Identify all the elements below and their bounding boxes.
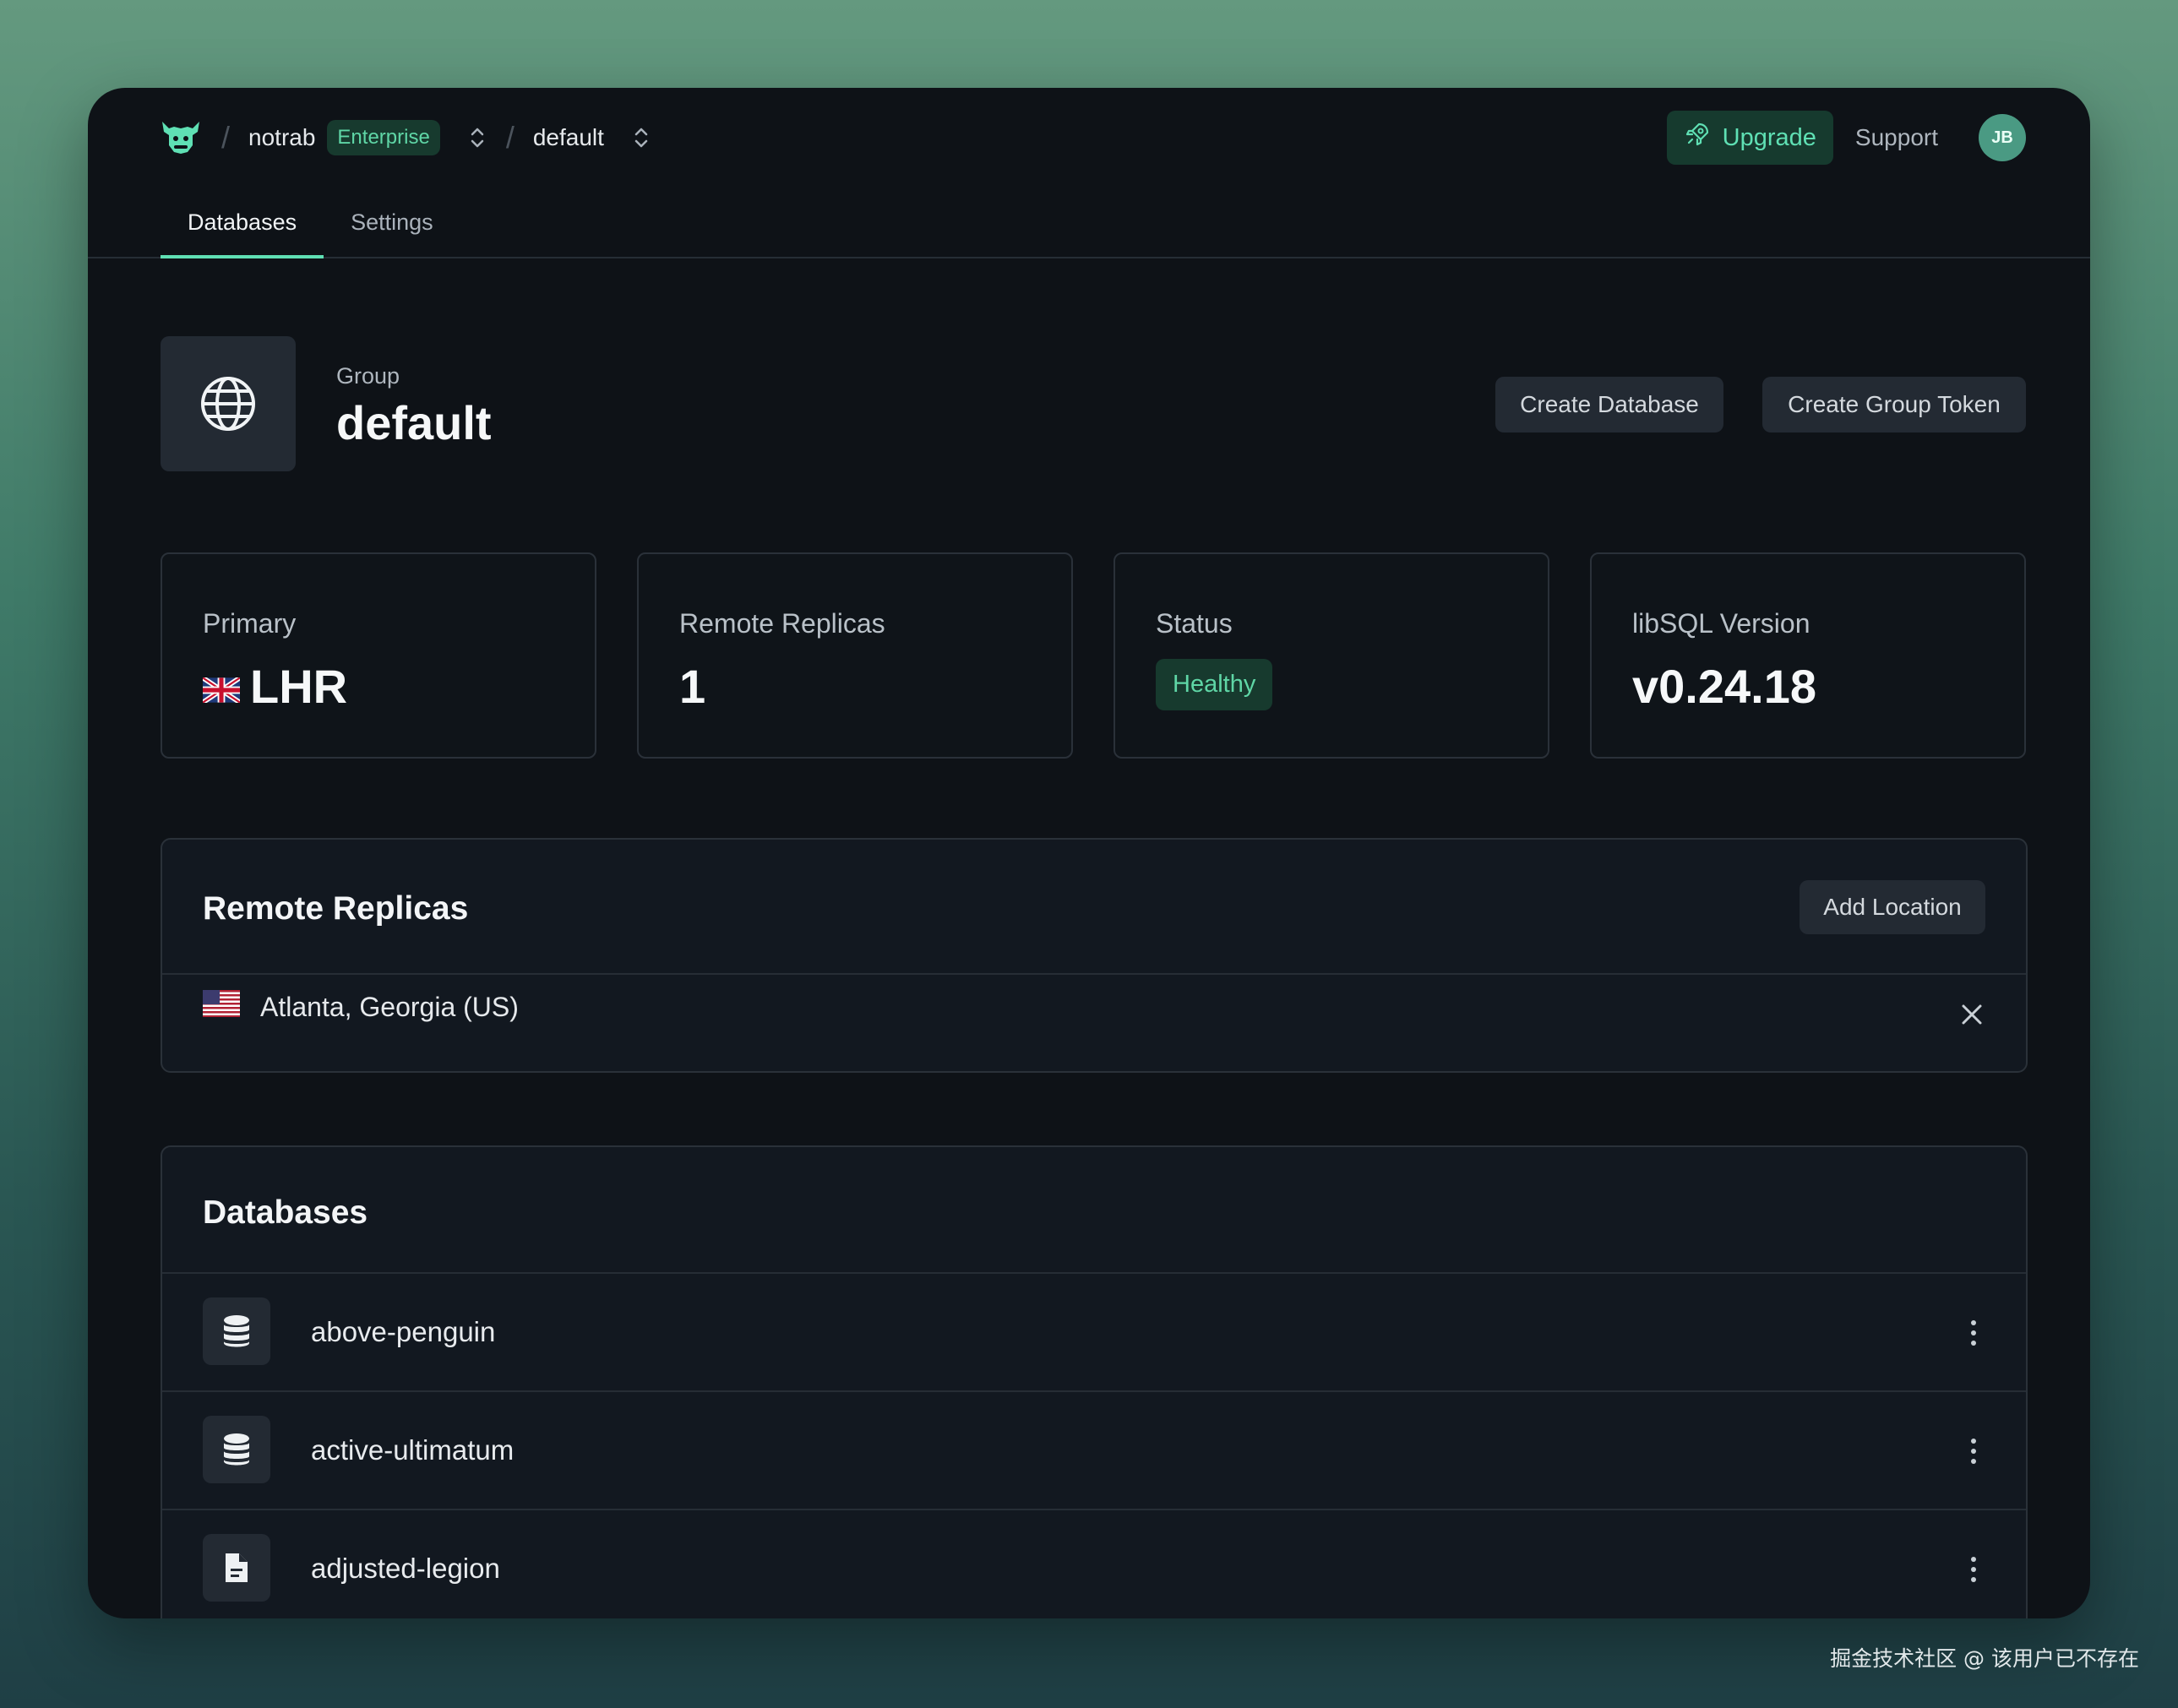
top-bar: / notrab Enterprise / default Upgrade Su…	[88, 88, 2090, 188]
stat-value: LHR	[201, 659, 348, 714]
breadcrumb-group[interactable]: default	[533, 124, 604, 151]
watermark: 掘金技术社区 @ 该用户已不存在	[1830, 1646, 2139, 1671]
avatar[interactable]: JB	[1979, 114, 2026, 161]
rocket-icon	[1684, 121, 1711, 155]
replica-count-value: 1	[679, 660, 706, 713]
tab-settings[interactable]: Settings	[324, 188, 460, 258]
breadcrumb-separator: /	[505, 120, 515, 155]
table-row[interactable]: above-penguin	[162, 1274, 2026, 1390]
create-database-button[interactable]: Create Database	[1495, 377, 1723, 432]
uk-flag-icon	[201, 659, 242, 714]
remote-replicas-panel: Remote Replicas Add Location Atlanta, Ge…	[161, 838, 2028, 1073]
add-location-button[interactable]: Add Location	[1800, 880, 1985, 934]
table-row[interactable]: active-ultimatum	[162, 1392, 2026, 1509]
stat-card-remote-replicas: Remote Replicas 1	[637, 552, 1073, 759]
create-group-token-button[interactable]: Create Group Token	[1762, 377, 2026, 432]
page-title: default	[336, 396, 492, 449]
table-row[interactable]: adjusted-legion	[162, 1510, 2026, 1618]
panel-title: Databases	[203, 1194, 368, 1231]
stat-label: Remote Replicas	[679, 608, 885, 639]
database-name[interactable]: adjusted-legion	[311, 1553, 500, 1585]
database-name[interactable]: above-penguin	[311, 1316, 495, 1348]
org-switcher-chevron-icon[interactable]	[467, 122, 487, 153]
breadcrumb-separator: /	[221, 120, 231, 155]
remove-replica-close-icon[interactable]	[1958, 1001, 1985, 1028]
tab-databases[interactable]: Databases	[161, 188, 324, 258]
more-options-icon[interactable]	[1967, 1553, 1980, 1586]
more-options-icon[interactable]	[1967, 1434, 1980, 1468]
databases-panel: Databases above-penguin active-ultimatum…	[161, 1145, 2028, 1618]
group-eyebrow: Group	[336, 363, 400, 389]
tab-bar: Databases Settings	[88, 188, 2090, 258]
database-icon	[203, 1297, 270, 1365]
globe-icon	[161, 336, 296, 471]
database-name[interactable]: active-ultimatum	[311, 1434, 514, 1466]
upgrade-label: Upgrade	[1722, 123, 1816, 151]
stat-card-status: Status Healthy	[1114, 552, 1549, 759]
us-flag-icon	[203, 990, 240, 1024]
app-window: / notrab Enterprise / default Upgrade Su…	[88, 88, 2090, 1618]
stat-card-primary: Primary LHR	[161, 552, 596, 759]
stat-label: Status	[1156, 608, 1233, 639]
upgrade-button[interactable]: Upgrade	[1666, 111, 1833, 165]
turso-logo-icon[interactable]	[159, 118, 203, 157]
group-switcher-chevron-icon[interactable]	[631, 122, 651, 153]
breadcrumb-org[interactable]: notrab	[248, 124, 315, 151]
file-icon	[203, 1534, 270, 1602]
stat-label: Primary	[203, 608, 297, 639]
replica-location-name: Atlanta, Georgia (US)	[260, 991, 519, 1022]
database-icon	[203, 1416, 270, 1483]
panel-title: Remote Replicas	[203, 890, 469, 927]
divider	[162, 973, 2026, 975]
stat-label: libSQL Version	[1632, 608, 1810, 639]
stat-card-libsql-version: libSQL Version v0.24.18	[1590, 552, 2026, 759]
list-item: Atlanta, Georgia (US)	[203, 990, 519, 1024]
support-link[interactable]: Support	[1855, 124, 1938, 151]
libsql-version-value: v0.24.18	[1632, 660, 1816, 713]
status-badge: Healthy	[1156, 659, 1273, 710]
plan-badge: Enterprise	[327, 120, 440, 155]
primary-region-value: LHR	[250, 660, 348, 713]
more-options-icon[interactable]	[1967, 1316, 1980, 1350]
